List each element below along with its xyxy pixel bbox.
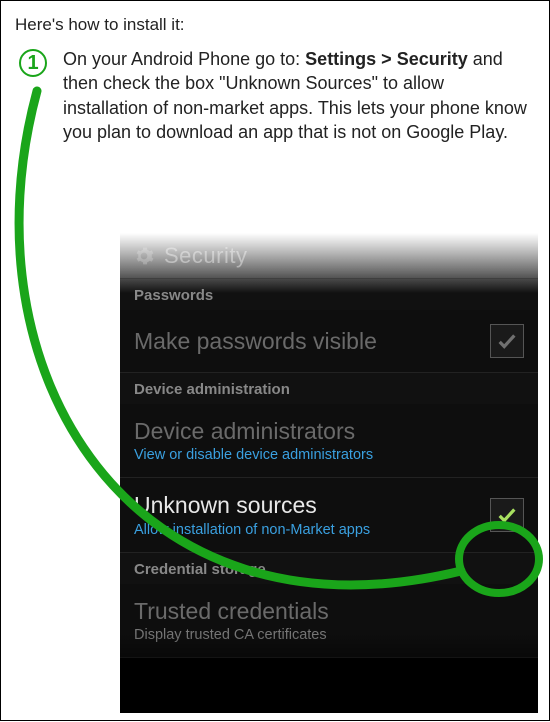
phone-header-title: Security — [164, 243, 247, 269]
checkmark-icon — [496, 330, 518, 352]
checkbox-passwords-visible[interactable] — [490, 324, 524, 358]
row-sub: Display trusted CA certificates — [134, 627, 514, 643]
section-device-admin: Device administration — [120, 373, 538, 404]
row-unknown-sources[interactable]: Unknown sources Allow installation of no… — [120, 478, 538, 552]
step-1: 1 On your Android Phone go to: Settings … — [1, 43, 549, 144]
row-title: Trusted credentials — [134, 598, 514, 624]
row-title: Device administrators — [134, 418, 514, 444]
step-number-badge: 1 — [19, 49, 47, 77]
step-text: On your Android Phone go to: Settings > … — [63, 47, 531, 144]
checkmark-icon — [496, 504, 518, 526]
row-title: Unknown sources — [134, 492, 480, 518]
section-passwords: Passwords — [120, 279, 538, 310]
row-sub: View or disable device administrators — [134, 447, 514, 463]
phone-screenshot: Security Passwords Make passwords visibl… — [120, 233, 538, 713]
row-make-passwords-visible[interactable]: Make passwords visible — [120, 310, 538, 373]
gear-icon — [134, 246, 154, 266]
row-trusted-credentials[interactable]: Trusted credentials Display trusted CA c… — [120, 584, 538, 658]
row-sub: Allow installation of non-Market apps — [134, 522, 480, 538]
section-credential-storage: Credential storage — [120, 553, 538, 584]
step-text-before: On your Android Phone go to: — [63, 49, 305, 69]
phone-header: Security — [120, 233, 538, 279]
checkbox-unknown-sources[interactable] — [490, 498, 524, 532]
row-device-administrators[interactable]: Device administrators View or disable de… — [120, 404, 538, 478]
row-title: Make passwords visible — [134, 328, 480, 354]
install-heading: Here's how to install it: — [1, 1, 549, 43]
step-text-bold: Settings > Security — [305, 49, 468, 69]
